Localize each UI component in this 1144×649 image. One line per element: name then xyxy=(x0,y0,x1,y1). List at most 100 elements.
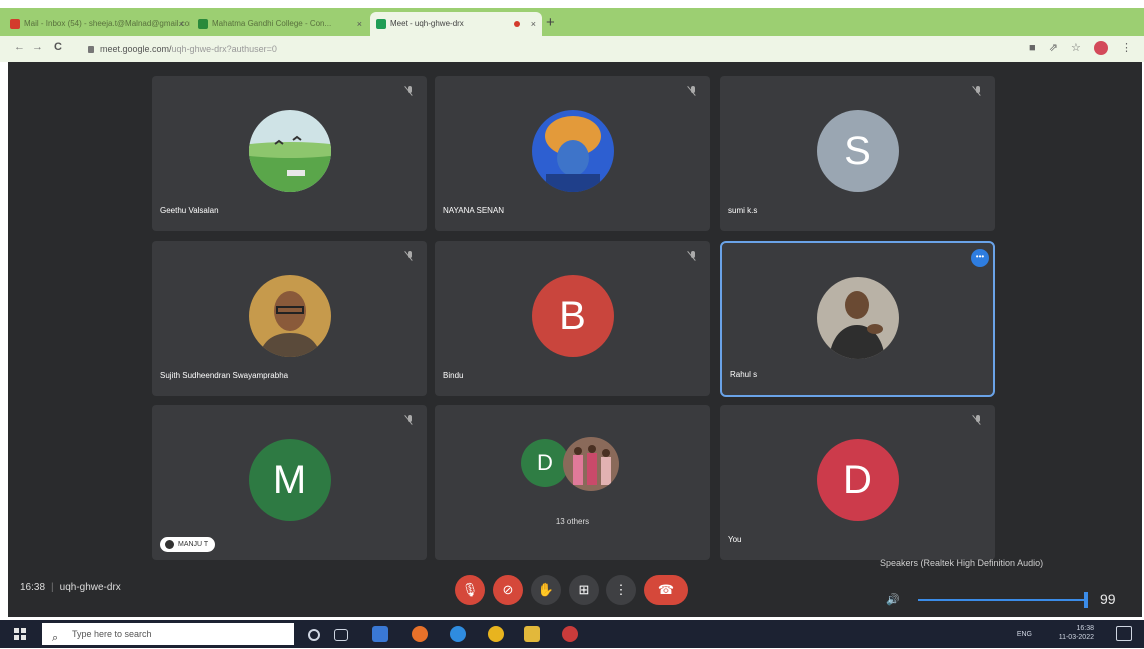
windows-taskbar: ⌕ Type here to search ENG 16:38 11-03-20… xyxy=(0,620,1144,648)
browser-menu-icon[interactable]: ⋮ xyxy=(1121,42,1132,54)
speaker-icon[interactable]: 🔊 xyxy=(886,593,900,606)
volume-fill xyxy=(918,599,1087,601)
mic-off-icon: 🎙 xyxy=(461,582,479,597)
participant-tile[interactable]: B Bindu xyxy=(435,241,710,396)
participant-tile[interactable]: D You xyxy=(720,405,995,560)
muted-mic-icon xyxy=(405,86,415,98)
participant-tile[interactable]: Geethu Valsalan xyxy=(152,76,427,231)
back-button[interactable]: ← xyxy=(14,41,25,53)
close-tab-icon[interactable]: × xyxy=(179,12,184,36)
clock-time[interactable]: 16:38 xyxy=(1076,625,1094,632)
tab-meet[interactable]: Meet - uqh-ghwe-drx × xyxy=(370,12,542,36)
taskbar-search-field[interactable]: ⌕ Type here to search xyxy=(42,623,294,645)
browser-toolbar-icons: ■ ⇗ ☆ ⋮ xyxy=(1019,41,1132,56)
close-tab-icon[interactable]: × xyxy=(531,12,536,36)
meeting-info: 16:38 | uqh-ghwe-drx xyxy=(20,582,121,593)
tab-gmail[interactable]: Mail - Inbox (54) - sheeja.t@Malnad@gmai… xyxy=(4,12,190,36)
leave-call-button[interactable]: ☎ xyxy=(644,575,688,605)
participant-tile[interactable]: Sujith Sudheendran Swayamprabha xyxy=(152,241,427,396)
others-count: 13 others xyxy=(555,517,590,526)
volume-slider[interactable] xyxy=(918,592,1089,608)
tab-college[interactable]: Mahatma Gandhi College - Con... × xyxy=(192,12,368,36)
avatar: D xyxy=(816,439,899,521)
edge-icon[interactable] xyxy=(372,626,388,642)
muted-mic-icon xyxy=(973,415,983,427)
chrome-icon[interactable] xyxy=(488,626,504,642)
participant-name: Geethu Valsalan xyxy=(160,206,219,215)
raise-hand-button[interactable]: ✋ xyxy=(531,575,561,605)
url-path: uqh-ghwe-drx?authuser=0 xyxy=(171,44,277,54)
avatar xyxy=(531,110,614,192)
more-vert-icon: ⋮ xyxy=(614,582,628,597)
volume-level: 99 xyxy=(1100,591,1116,607)
extension-icon[interactable]: ■ xyxy=(1029,42,1036,54)
classroom-favicon-icon xyxy=(198,19,208,29)
avatar xyxy=(816,277,899,359)
windows-start-icon[interactable] xyxy=(14,628,26,640)
search-placeholder: Type here to search xyxy=(72,629,152,639)
tab-label: Meet - uqh-ghwe-drx xyxy=(390,19,464,28)
search-icon: ⌕ xyxy=(52,632,59,644)
group-photo-avatar xyxy=(563,437,619,491)
avatar: M xyxy=(248,439,331,521)
participant-tile[interactable]: M MANJU T xyxy=(152,405,427,560)
participant-tile-active[interactable]: ••• Rahul s xyxy=(720,241,995,397)
notification-icon[interactable] xyxy=(1116,626,1132,641)
participant-name: MANJU T xyxy=(178,541,209,548)
file-explorer-icon[interactable] xyxy=(524,626,540,642)
url-host: meet.google.com/ xyxy=(100,44,172,54)
participant-tile[interactable]: NAYANA SENAN xyxy=(435,76,710,231)
muted-mic-icon xyxy=(405,415,415,427)
separator: | xyxy=(51,582,54,593)
present-screen-icon: ⊞ xyxy=(578,582,590,597)
clock-date[interactable]: 11-03-2022 xyxy=(1059,634,1094,641)
hangup-icon: ☎ xyxy=(657,582,675,597)
task-view-icon[interactable] xyxy=(334,629,348,641)
more-options-button[interactable]: ⋮ xyxy=(606,575,636,605)
bookmark-star-icon[interactable]: ☆ xyxy=(1071,42,1081,54)
audio-device-label: Speakers (Realtek High Definition Audio) xyxy=(880,558,1044,568)
cortana-icon[interactable] xyxy=(308,629,320,641)
recording-dot-icon xyxy=(514,21,520,27)
participant-name: You xyxy=(728,535,742,544)
language-indicator[interactable]: ENG xyxy=(1017,630,1032,639)
participant-name: Bindu xyxy=(443,371,464,380)
participant-name-chip: MANJU T xyxy=(160,537,216,552)
gmail-favicon-icon xyxy=(10,19,20,29)
muted-mic-icon xyxy=(688,251,698,263)
app-icon[interactable] xyxy=(562,626,578,642)
browser-tab-strip: Mail - Inbox (54) - sheeja.t@Malnad@gmai… xyxy=(0,8,1144,36)
new-tab-button[interactable]: + xyxy=(546,14,555,31)
address-bar: ← → C meet.google.com/uqh-ghwe-drx?authu… xyxy=(0,36,1144,62)
edge-chromium-icon[interactable] xyxy=(450,626,466,642)
mic-toggle-button[interactable]: 🎙 xyxy=(455,575,485,605)
avatar xyxy=(248,275,331,357)
muted-mic-icon xyxy=(405,251,415,263)
muted-mic-icon xyxy=(973,86,983,98)
share-icon[interactable]: ⇗ xyxy=(1049,42,1058,54)
present-button[interactable]: ⊞ xyxy=(569,575,599,605)
forward-button[interactable]: → xyxy=(32,41,43,53)
reload-button[interactable]: C xyxy=(54,41,62,53)
avatar: S xyxy=(816,110,899,192)
meeting-time: 16:38 xyxy=(20,582,46,593)
camera-toggle-button[interactable]: ⊘ xyxy=(493,575,523,605)
lock-icon xyxy=(88,46,94,53)
others-tile[interactable]: D 13 others xyxy=(435,405,710,560)
tab-label: Mail - Inbox (54) - sheeja.t@Malnad@gmai… xyxy=(24,19,190,28)
participant-tile[interactable]: S sumi k.s xyxy=(720,76,995,231)
participant-name: NAYANA SENAN xyxy=(443,206,505,215)
firefox-icon[interactable] xyxy=(412,626,428,642)
participant-name: Rahul s xyxy=(730,370,758,379)
meeting-code: uqh-ghwe-drx xyxy=(59,582,121,593)
system-tray: ENG 16:38 11-03-2022 xyxy=(1017,624,1094,642)
url-field[interactable]: meet.google.com/uqh-ghwe-drx?authuser=0 xyxy=(88,40,988,58)
more-options-icon[interactable]: ••• xyxy=(971,249,989,267)
pin-icon xyxy=(165,540,174,549)
participant-name: sumi k.s xyxy=(728,206,758,215)
close-tab-icon[interactable]: × xyxy=(357,12,362,36)
hand-icon: ✋ xyxy=(537,582,555,597)
volume-thumb[interactable] xyxy=(1084,592,1089,608)
muted-mic-icon xyxy=(688,86,698,98)
profile-avatar[interactable] xyxy=(1093,41,1108,56)
